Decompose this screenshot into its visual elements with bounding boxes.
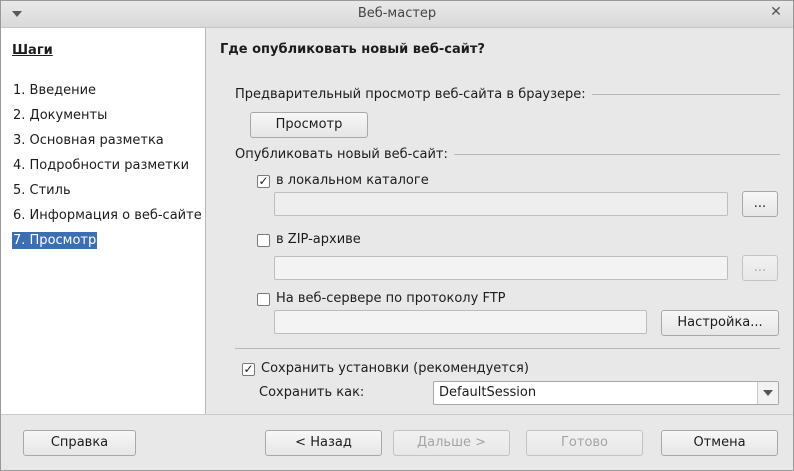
step-item-site-info[interactable]: 6. Информация о веб-сайте bbox=[12, 208, 203, 233]
step-item-style[interactable]: 5. Стиль bbox=[12, 183, 203, 208]
zip-archive-browse-button[interactable]: ... bbox=[742, 255, 778, 281]
step-label: 5. Стиль bbox=[13, 183, 71, 198]
local-folder-checkbox[interactable]: ✓ bbox=[257, 175, 270, 188]
help-button[interactable]: Справка bbox=[23, 430, 136, 456]
zip-archive-path-field[interactable] bbox=[274, 256, 728, 280]
footer-separator bbox=[1, 414, 793, 415]
local-folder-label: в локальном каталоге bbox=[276, 173, 429, 188]
steps-sidebar: Шаги 1. Введение 2. Документы 3. Основна… bbox=[1, 28, 206, 414]
checkmark-icon: ✓ bbox=[243, 362, 254, 376]
steps-list: 1. Введение 2. Документы 3. Основная раз… bbox=[12, 83, 203, 258]
step-label: 6. Информация о веб-сайте bbox=[13, 208, 202, 223]
step-label: 3. Основная разметка bbox=[13, 133, 164, 148]
checkmark-icon: ✓ bbox=[258, 174, 269, 188]
step-item-intro[interactable]: 1. Введение bbox=[12, 83, 203, 108]
save-as-label: Сохранить как: bbox=[259, 385, 365, 400]
ftp-label: На веб-сервере по протоколу FTP bbox=[276, 291, 506, 306]
publish-group-label: Опубликовать новый веб-сайт: bbox=[235, 147, 454, 162]
step-item-main-layout[interactable]: 3. Основная разметка bbox=[12, 133, 203, 158]
step-label: 4. Подробности разметки bbox=[13, 158, 190, 173]
ftp-setup-button[interactable]: Настройка... bbox=[661, 310, 779, 336]
next-button[interactable]: Дальше > bbox=[393, 430, 510, 456]
preview-button[interactable]: Просмотр bbox=[250, 112, 368, 138]
local-folder-path-field[interactable] bbox=[274, 192, 728, 216]
back-button[interactable]: < Назад bbox=[265, 430, 382, 456]
step-label: 2. Документы bbox=[13, 108, 108, 123]
page-title: Где опубликовать новый веб-сайт? bbox=[220, 42, 485, 57]
cancel-button[interactable]: Отмена bbox=[661, 430, 778, 456]
title-bar: Веб-мастер ✕ bbox=[1, 1, 793, 28]
main-panel: Где опубликовать новый веб-сайт? Предвар… bbox=[206, 28, 793, 414]
save-as-value: DefaultSession bbox=[439, 385, 537, 400]
web-wizard-window: Веб-мастер ✕ Шаги 1. Введение 2. Докумен… bbox=[0, 0, 794, 471]
save-settings-label: Сохранить установки (рекомендуется) bbox=[261, 361, 529, 376]
zip-archive-label: в ZIP-архиве bbox=[276, 232, 361, 247]
local-folder-browse-button[interactable]: ... bbox=[742, 191, 778, 217]
step-label: 7. Просмотр bbox=[12, 232, 98, 249]
step-label: 1. Введение bbox=[13, 83, 97, 98]
ftp-path-field[interactable] bbox=[274, 310, 647, 334]
step-item-preview[interactable]: 7. Просмотр bbox=[12, 232, 203, 258]
chevron-down-icon[interactable] bbox=[757, 382, 778, 404]
zip-archive-checkbox[interactable] bbox=[257, 234, 270, 247]
save-as-combobox[interactable]: DefaultSession bbox=[433, 381, 779, 405]
save-settings-checkbox[interactable]: ✓ bbox=[242, 363, 255, 376]
preview-group-label: Предварительный просмотр веб-сайта в бра… bbox=[235, 87, 592, 102]
step-item-documents[interactable]: 2. Документы bbox=[12, 108, 203, 133]
steps-heading: Шаги bbox=[12, 43, 53, 58]
close-icon[interactable]: ✕ bbox=[767, 4, 785, 20]
group-separator bbox=[235, 348, 780, 349]
window-title: Веб-мастер bbox=[357, 6, 437, 21]
finish-button[interactable]: Готово bbox=[526, 430, 643, 456]
step-item-layout-details[interactable]: 4. Подробности разметки bbox=[12, 158, 203, 183]
ftp-checkbox[interactable] bbox=[257, 293, 270, 306]
